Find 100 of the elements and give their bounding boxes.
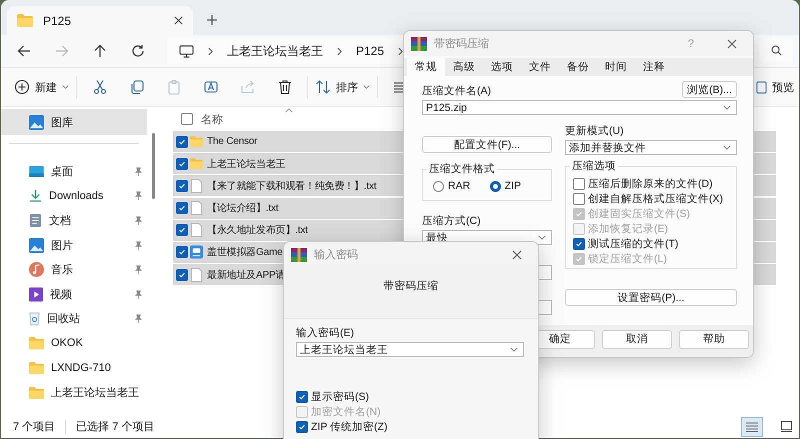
- sort-button[interactable]: 排序: [312, 73, 373, 101]
- new-tab-icon[interactable]: [207, 15, 217, 25]
- radio-button[interactable]: [490, 180, 501, 192]
- file-name: 上老王论坛当老王: [207, 158, 286, 171]
- checkbox[interactable]: [573, 192, 585, 204]
- new-button[interactable]: 新建: [11, 73, 72, 101]
- checkbox[interactable]: [176, 246, 188, 258]
- refresh-icon[interactable]: [131, 44, 145, 58]
- folder-icon: [29, 386, 44, 399]
- folder-icon: [190, 135, 203, 148]
- checkbox[interactable]: [573, 178, 585, 190]
- radio-label: RAR: [448, 180, 470, 192]
- file-name: The Censor: [207, 136, 258, 147]
- sidebar-item[interactable]: OKOK: [1, 331, 147, 356]
- tab[interactable]: 时间: [597, 58, 635, 76]
- close-icon[interactable]: [512, 250, 522, 260]
- checkbox[interactable]: [176, 158, 188, 170]
- trash-icon: [276, 79, 292, 95]
- sidebar-item[interactable]: 回收站: [1, 306, 147, 332]
- checkmark-icon: [178, 248, 186, 256]
- checkbox-label: 测试压缩的文件(T): [588, 236, 678, 250]
- checkbox[interactable]: [176, 224, 188, 236]
- back-arrow-icon[interactable]: [17, 44, 31, 58]
- sidebar-item[interactable]: 图库: [1, 109, 147, 135]
- pin-icon: [134, 240, 143, 250]
- tab[interactable]: 高级: [445, 58, 483, 76]
- password-field[interactable]: 上老王论坛当老王: [296, 342, 524, 357]
- checkmark-icon: [178, 226, 186, 234]
- close-icon[interactable]: [727, 38, 737, 48]
- tab[interactable]: 注释: [635, 58, 673, 76]
- tab[interactable]: P125: [7, 6, 193, 35]
- folder-icon: [29, 362, 44, 374]
- field-label: 压缩方式(C): [422, 215, 482, 228]
- dialog-button[interactable]: 取消: [602, 330, 672, 348]
- checkbox-label: 压缩后删除原来的文件(D): [588, 176, 713, 190]
- copy-icon: [128, 79, 144, 95]
- dialog-button[interactable]: 帮助: [679, 330, 749, 348]
- sidebar-item[interactable]: Downloads: [1, 184, 147, 208]
- column-header[interactable]: 名称: [201, 112, 223, 126]
- profiles-button[interactable]: 配置文件(F)...: [422, 136, 552, 153]
- checkbox[interactable]: [176, 180, 188, 192]
- checkbox[interactable]: [176, 202, 188, 214]
- search-icon: [770, 44, 782, 56]
- update-mode-dropdown[interactable]: 添加并替换文件: [565, 140, 737, 155]
- checkbox[interactable]: [573, 238, 585, 250]
- tab[interactable]: 文件: [521, 58, 559, 76]
- folder-icon: [190, 157, 203, 170]
- search-field[interactable]: [759, 38, 793, 62]
- folder-icon: [17, 14, 33, 27]
- breadcrumb-item[interactable]: P125: [356, 44, 384, 58]
- checkmark-icon: [178, 204, 186, 212]
- tab[interactable]: 选项: [483, 58, 521, 76]
- details-view-button[interactable]: [741, 416, 763, 436]
- sidebar-item[interactable]: 视频: [1, 282, 147, 307]
- chevron-down-icon: [62, 85, 69, 89]
- sidebar-item[interactable]: 桌面: [1, 159, 147, 184]
- scrollbar[interactable]: [152, 133, 155, 199]
- checkbox-label: ZIP 传统加密(Z): [311, 420, 388, 434]
- sidebar-item[interactable]: 音乐: [1, 257, 147, 282]
- computer-icon: [179, 44, 194, 58]
- browse-button[interactable]: 浏览(B)...: [682, 81, 737, 98]
- checkbox[interactable]: [181, 113, 193, 125]
- window-title: 带密码压缩: [434, 36, 489, 51]
- file-name: 盖世模拟器Game: [207, 246, 282, 260]
- sidebar-item[interactable]: 图片: [1, 232, 147, 258]
- text-file-icon: [190, 201, 203, 216]
- up-arrow-icon[interactable]: [93, 44, 107, 58]
- sort-caret-icon: [285, 108, 293, 113]
- checkbox[interactable]: [176, 136, 188, 148]
- close-icon[interactable]: [174, 16, 183, 25]
- gallery-icon: [29, 114, 44, 130]
- checkbox[interactable]: [296, 420, 308, 432]
- radio-button[interactable]: [433, 180, 444, 192]
- pin-icon: [134, 216, 143, 225]
- group-title: 压缩文件格式: [427, 163, 497, 175]
- tile-icon: [780, 421, 792, 432]
- tab-label: P125: [43, 14, 72, 28]
- checkmark-icon: [178, 160, 186, 168]
- text-file-icon: [190, 223, 203, 238]
- sidebar-item[interactable]: 上老王论坛当老王: [1, 380, 147, 405]
- chevron-down-icon: [538, 235, 546, 240]
- checkbox[interactable]: [296, 390, 308, 402]
- sidebar-item[interactable]: LXNDG-710: [1, 356, 147, 380]
- archive-name-field[interactable]: P125.zip: [422, 100, 737, 115]
- field-label: 压缩文件名(A): [422, 85, 491, 98]
- tab[interactable]: 常规: [407, 58, 445, 76]
- tab[interactable]: 备份: [559, 58, 597, 76]
- checkbox-label: 创建固实压缩文件(S): [588, 206, 690, 220]
- checkmark-icon: [298, 422, 306, 430]
- rename-icon: [202, 79, 218, 95]
- preview-pane-icon: [756, 80, 767, 94]
- checkbox[interactable]: [176, 268, 188, 281]
- document-icon: [29, 212, 42, 228]
- sidebar-item[interactable]: 文档: [1, 208, 147, 233]
- pin-icon: [134, 191, 143, 200]
- set-password-button[interactable]: 设置密码(P)...: [565, 289, 737, 306]
- preview-button[interactable]: 预览: [753, 73, 797, 101]
- text-file-icon: [190, 178, 203, 193]
- checkmark-icon: [178, 270, 186, 279]
- breadcrumb-item[interactable]: 上老王论坛当老王: [227, 42, 323, 60]
